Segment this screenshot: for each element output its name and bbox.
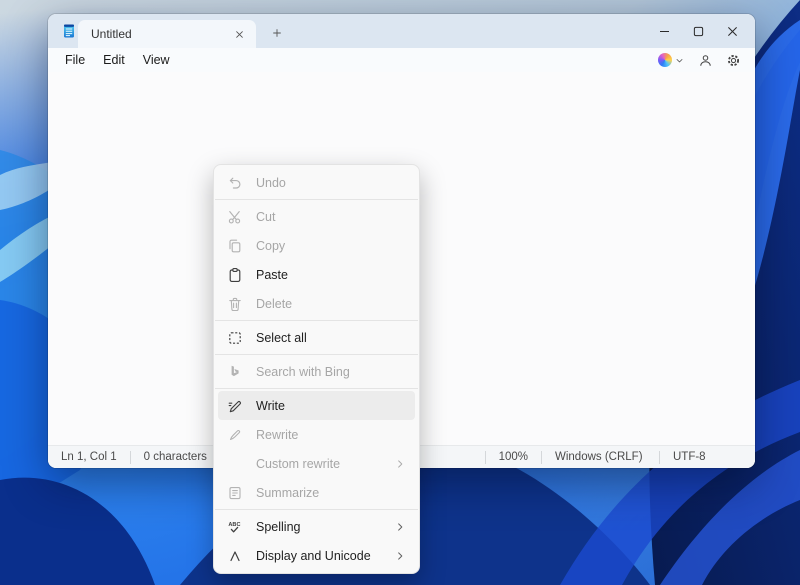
minimize-button[interactable] xyxy=(647,14,681,48)
gear-icon xyxy=(726,53,741,68)
submenu-chevron-icon xyxy=(394,521,406,533)
summarize-icon xyxy=(227,485,243,501)
menu-item-label: Copy xyxy=(256,239,285,253)
context-menu-item-cut[interactable]: Cut xyxy=(218,202,415,231)
menu-item-label: Search with Bing xyxy=(256,365,350,379)
menu-separator xyxy=(215,509,418,510)
menu-item-label: Undo xyxy=(256,176,286,190)
context-menu-item-custom-rewrite[interactable]: Custom rewrite xyxy=(218,449,415,478)
svg-text:ABC: ABC xyxy=(228,521,240,527)
menu-item-label: Display and Unicode xyxy=(256,549,371,563)
cursor-position: Ln 1, Col 1 xyxy=(48,451,130,463)
context-menu-item-display-and-unicode[interactable]: Display and Unicode xyxy=(218,541,415,570)
context-menu-item-search-with-bing[interactable]: Search with Bing xyxy=(218,357,415,386)
bing-icon xyxy=(227,364,243,380)
new-tab-button[interactable] xyxy=(266,22,288,44)
spelling-icon: ABC xyxy=(227,519,243,535)
menu-bar: File Edit View xyxy=(48,48,755,72)
encoding[interactable]: UTF-8 xyxy=(660,451,755,463)
tab-title: Untitled xyxy=(91,27,230,41)
cut-icon xyxy=(227,209,243,225)
menu-item-label: Rewrite xyxy=(256,428,298,442)
menu-view[interactable]: View xyxy=(134,50,179,70)
line-ending[interactable]: Windows (CRLF) xyxy=(542,451,659,463)
menu-edit[interactable]: Edit xyxy=(94,50,134,70)
chevron-down-icon xyxy=(674,55,685,66)
close-icon xyxy=(725,24,740,39)
menu-separator xyxy=(215,388,418,389)
tab-untitled[interactable]: Untitled xyxy=(78,20,256,48)
context-menu-item-delete[interactable]: Delete xyxy=(218,289,415,318)
display-unicode-icon xyxy=(227,548,243,564)
title-bar[interactable]: Untitled xyxy=(48,14,755,48)
copilot-button[interactable] xyxy=(654,51,689,69)
select-all-icon xyxy=(227,330,243,346)
menu-item-label: Spelling xyxy=(256,520,300,534)
person-icon xyxy=(698,53,713,68)
context-menu-item-rewrite[interactable]: Rewrite xyxy=(218,420,415,449)
caption-buttons xyxy=(647,14,749,48)
submenu-chevron-icon xyxy=(394,458,406,470)
submenu-chevron-icon xyxy=(394,550,406,562)
copilot-icon xyxy=(658,53,672,67)
context-menu-item-undo[interactable]: Undo xyxy=(218,168,415,197)
context-menu-item-write[interactable]: Write xyxy=(218,391,415,420)
context-menu-item-summarize[interactable]: Summarize xyxy=(218,478,415,507)
menu-separator xyxy=(215,320,418,321)
zoom-level[interactable]: 100% xyxy=(486,451,541,463)
copy-icon xyxy=(227,238,243,254)
close-window-button[interactable] xyxy=(715,14,749,48)
menu-item-label: Summarize xyxy=(256,486,319,500)
menu-item-label: Custom rewrite xyxy=(256,457,340,471)
account-button[interactable] xyxy=(693,49,717,71)
settings-button[interactable] xyxy=(721,49,745,71)
menu-separator xyxy=(215,354,418,355)
context-menu-item-paste[interactable]: Paste xyxy=(218,260,415,289)
minimize-icon xyxy=(657,24,672,39)
context-menu-item-spelling[interactable]: ABC Spelling xyxy=(218,512,415,541)
context-menu-item-select-all[interactable]: Select all xyxy=(218,323,415,352)
empty-icon-placeholder xyxy=(227,456,243,472)
notepad-app-icon xyxy=(61,23,77,39)
menu-file[interactable]: File xyxy=(56,50,94,70)
menu-item-label: Write xyxy=(256,399,285,413)
context-menu: Undo Cut Copy xyxy=(213,164,420,574)
tab-close-button[interactable] xyxy=(230,25,248,43)
rewrite-icon xyxy=(227,427,243,443)
context-menu-item-copy[interactable]: Copy xyxy=(218,231,415,260)
paste-icon xyxy=(227,267,243,283)
menu-item-label: Delete xyxy=(256,297,292,311)
menu-item-label: Paste xyxy=(256,268,288,282)
maximize-icon xyxy=(691,24,706,39)
plus-icon xyxy=(271,27,283,39)
close-icon xyxy=(234,29,245,40)
menubar-right-controls xyxy=(654,49,747,71)
menu-item-label: Cut xyxy=(256,210,275,224)
desktop: Untitled xyxy=(0,0,800,585)
menu-item-label: Select all xyxy=(256,331,307,345)
maximize-button[interactable] xyxy=(681,14,715,48)
write-icon xyxy=(227,398,243,414)
undo-icon xyxy=(227,175,243,191)
delete-icon xyxy=(227,296,243,312)
character-count: 0 characters xyxy=(131,451,220,463)
menu-separator xyxy=(215,199,418,200)
